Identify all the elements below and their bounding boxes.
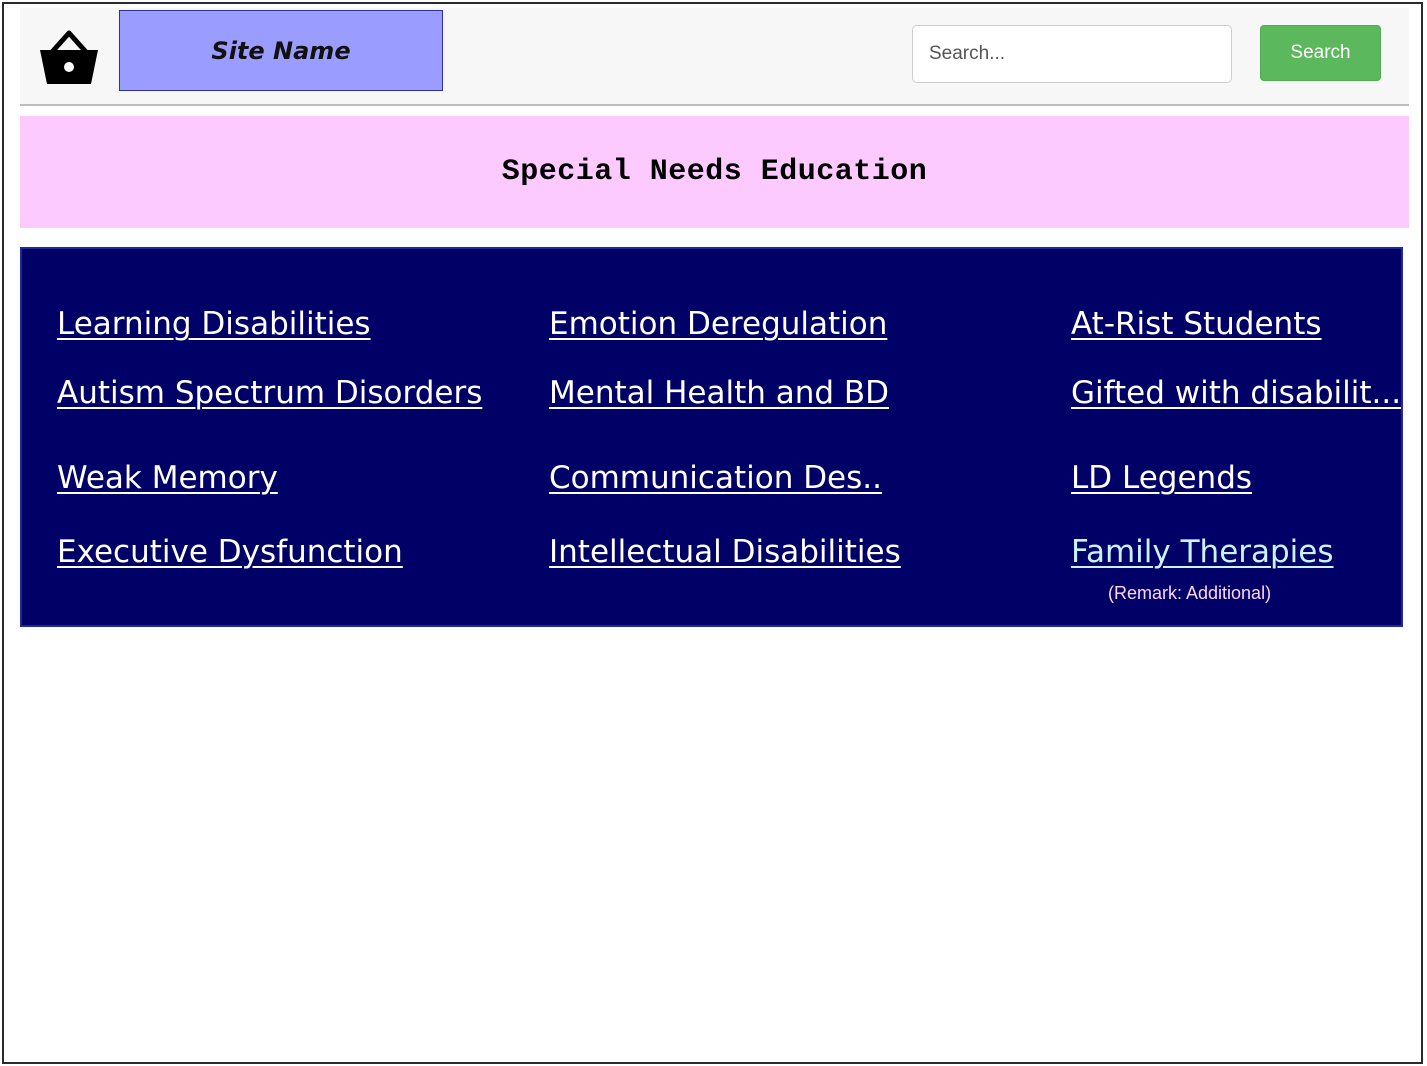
- link-weak-memory[interactable]: Weak Memory: [57, 460, 278, 496]
- link-gifted-with-disabilities[interactable]: Gifted with disabilit...: [1071, 375, 1401, 411]
- remark-note: (Remark: Additional): [1108, 583, 1272, 603]
- site-header: Site Name Search: [20, 8, 1409, 106]
- link-executive-dysfunction[interactable]: Executive Dysfunction: [57, 534, 403, 570]
- page-title: Special Needs Education: [501, 155, 928, 189]
- link-autism-spectrum-disorders[interactable]: Autism Spectrum Disorders: [57, 375, 482, 411]
- topics-link-panel: Learning Disabilities Autism Spectrum Di…: [20, 247, 1403, 627]
- page-banner: Special Needs Education: [20, 116, 1409, 228]
- search-button[interactable]: Search: [1260, 25, 1381, 81]
- link-at-risk-students[interactable]: At-Rist Students: [1071, 306, 1322, 342]
- link-ld-legends[interactable]: LD Legends: [1071, 460, 1252, 496]
- page-frame: Site Name Search Special Needs Education…: [2, 2, 1423, 1064]
- search-input[interactable]: [912, 25, 1232, 83]
- shopping-basket-icon[interactable]: [38, 30, 100, 86]
- link-mental-health-bd[interactable]: Mental Health and BD: [549, 375, 889, 411]
- link-intellectual-disabilities[interactable]: Intellectual Disabilities: [549, 534, 901, 570]
- link-family-therapies[interactable]: Family Therapies: [1071, 534, 1334, 570]
- link-learning-disabilities[interactable]: Learning Disabilities: [57, 306, 371, 342]
- link-communication-des[interactable]: Communication Des..: [549, 460, 882, 496]
- site-logo[interactable]: Site Name: [119, 10, 443, 91]
- link-emotion-deregulation[interactable]: Emotion Deregulation: [549, 306, 887, 342]
